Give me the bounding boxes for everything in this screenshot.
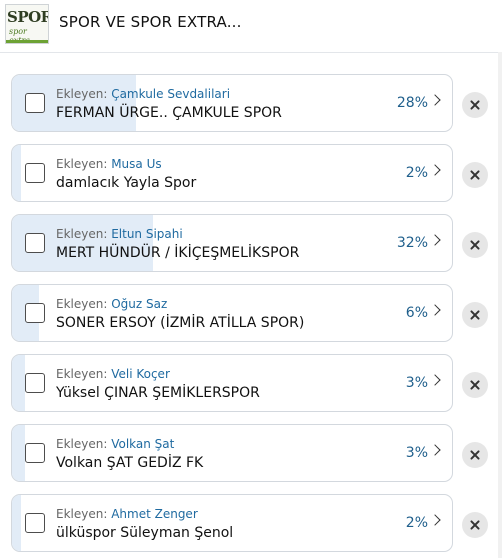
option-name: damlacık Yayla Spor [56, 175, 197, 191]
remove-option-close-icon[interactable] [462, 92, 488, 118]
remove-option-close-icon[interactable] [462, 302, 488, 328]
chevron-right-icon[interactable] [429, 94, 441, 106]
remove-option-close-icon[interactable] [462, 512, 488, 538]
option-name: SONER ERSOY (İZMİR ATİLLA SPOR) [56, 315, 305, 331]
chevron-right-icon[interactable] [429, 514, 441, 526]
poll-option-card[interactable]: Ekleyen: Ahmet Zenger ülküspor Süleyman Ş… [11, 494, 453, 552]
vote-checkbox[interactable] [25, 513, 45, 533]
added-by-user[interactable]: Veli Koçer [111, 367, 170, 381]
group-logo[interactable]: SPOR spor extra [5, 4, 49, 44]
group-title[interactable]: SPOR VE SPOR EXTRA... [59, 13, 242, 31]
vote-percentage[interactable]: 3% [406, 445, 428, 461]
remove-option-close-icon[interactable] [462, 442, 488, 468]
added-by-label: Ekleyen: [56, 297, 112, 311]
added-by-user[interactable]: Musa Us [111, 157, 161, 171]
vote-percentage[interactable]: 32% [397, 235, 428, 251]
remove-option-close-icon[interactable] [462, 232, 488, 258]
poll-option-card[interactable]: Ekleyen: Musa Us damlacık Yayla Spor 2% [11, 144, 453, 202]
added-by-line: Ekleyen: Veli Koçer [56, 367, 170, 381]
chevron-right-icon[interactable] [429, 234, 441, 246]
added-by-user[interactable]: Ahmet Zenger [111, 507, 198, 521]
option-name: MERT HÜNDÜR / İKİÇEŞMELİKSPOR [56, 245, 300, 261]
vote-progress-fill [12, 145, 21, 201]
poll-option-card[interactable]: Ekleyen: Oğuz Saz SONER ERSOY (İZMİR ATİL… [11, 284, 453, 342]
added-by-user[interactable]: Oğuz Saz [111, 297, 167, 311]
chevron-right-icon[interactable] [429, 374, 441, 386]
chevron-right-icon[interactable] [429, 304, 441, 316]
vote-progress-fill [12, 425, 26, 481]
added-by-line: Ekleyen: Eltun Sipahi [56, 227, 183, 241]
chevron-right-icon[interactable] [429, 164, 441, 176]
added-by-line: Ekleyen: Oğuz Saz [56, 297, 167, 311]
added-by-label: Ekleyen: [56, 157, 112, 171]
vote-progress-fill [12, 495, 21, 551]
added-by-label: Ekleyen: [56, 507, 112, 521]
vote-checkbox[interactable] [25, 233, 45, 253]
poll-option-card[interactable]: Ekleyen: Çamkule Sevdalilari FERMAN ÜRGE.… [11, 74, 453, 132]
added-by-label: Ekleyen: [56, 87, 112, 101]
header: SPOR spor extra SPOR VE SPOR EXTRA... [0, 0, 502, 53]
chevron-right-icon[interactable] [429, 444, 441, 456]
vote-percentage[interactable]: 2% [406, 165, 428, 181]
poll-option-card[interactable]: Ekleyen: Volkan Şat Volkan ŞAT GEDİZ FK 3% [11, 424, 453, 482]
added-by-label: Ekleyen: [56, 437, 112, 451]
vote-progress-fill [12, 355, 26, 411]
option-name: ülküspor Süleyman Şenol [56, 525, 234, 541]
remove-option-close-icon[interactable] [462, 372, 488, 398]
added-by-label: Ekleyen: [56, 227, 112, 241]
added-by-user[interactable]: Volkan Şat [111, 437, 174, 451]
logo-bar [6, 40, 48, 43]
vote-percentage[interactable]: 2% [406, 515, 428, 531]
poll-option-card[interactable]: Ekleyen: Eltun Sipahi MERT HÜNDÜR / İKİÇE… [11, 214, 453, 272]
vote-checkbox[interactable] [25, 303, 45, 323]
vote-percentage[interactable]: 28% [397, 95, 428, 111]
added-by-line: Ekleyen: Volkan Şat [56, 437, 174, 451]
added-by-user[interactable]: Eltun Sipahi [111, 227, 183, 241]
vote-checkbox[interactable] [25, 163, 45, 183]
added-by-line: Ekleyen: Musa Us [56, 157, 162, 171]
logo-text: SPOR [7, 8, 49, 26]
added-by-line: Ekleyen: Ahmet Zenger [56, 507, 198, 521]
option-name: Yüksel ÇINAR ŞEMİKLERSPOR [56, 385, 260, 401]
poll-option-card[interactable]: Ekleyen: Veli Koçer Yüksel ÇINAR ŞEMİKLER… [11, 354, 453, 412]
scrollbar[interactable] [498, 52, 502, 558]
option-name: Volkan ŞAT GEDİZ FK [56, 455, 204, 471]
remove-option-close-icon[interactable] [462, 162, 488, 188]
added-by-user[interactable]: Çamkule Sevdalilari [111, 87, 230, 101]
added-by-line: Ekleyen: Çamkule Sevdalilari [56, 87, 230, 101]
option-name: FERMAN ÜRGE.. ÇAMKULE SPOR [56, 105, 282, 121]
vote-percentage[interactable]: 3% [406, 375, 428, 391]
vote-checkbox[interactable] [25, 443, 45, 463]
vote-percentage[interactable]: 6% [406, 305, 428, 321]
vote-checkbox[interactable] [25, 373, 45, 393]
vote-checkbox[interactable] [25, 93, 45, 113]
added-by-label: Ekleyen: [56, 367, 112, 381]
